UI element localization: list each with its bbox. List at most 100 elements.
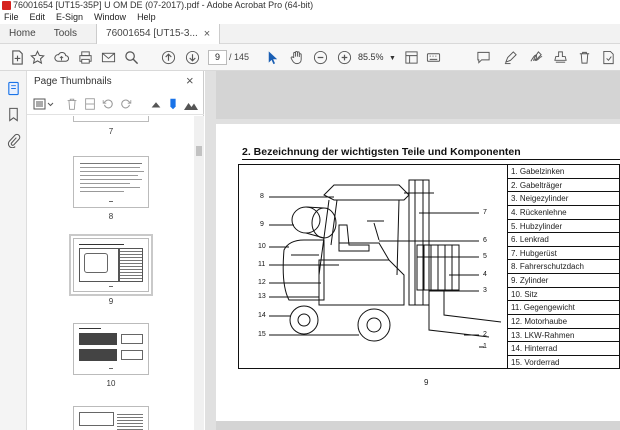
menu-esign[interactable]: E-Sign [56,11,83,24]
legend-row: 15. Vorderrad [511,357,560,367]
search-icon[interactable] [123,49,140,66]
legend-row: 2. Gabelträger [508,179,619,193]
zoom-level-select[interactable]: 85.5% ▼ [358,50,396,65]
tab-home[interactable]: Home [0,24,45,44]
parts-legend-table: 1. Gabelzinken 2. Gabelträger 3. Neigezy… [508,164,620,369]
attachment-icon[interactable] [6,133,21,149]
callout-label: 11 [258,261,266,268]
document-viewer: 2. Bezeichnung der wichtigsten Teile und… [205,71,620,430]
thumbnail-size-small-icon[interactable] [149,97,163,111]
zoom-level-value: 85.5% [358,52,384,62]
previous-page-view [216,71,620,119]
hand-tool-icon[interactable] [288,49,305,66]
thumbnail-size-slider-icon[interactable] [166,97,180,111]
stamp-icon[interactable] [552,49,569,66]
keyboard-icon[interactable] [425,49,442,66]
legend-row: 1. Gabelzinken [508,165,619,179]
callout-label: 6 [483,237,487,244]
rotate-right-icon[interactable] [119,97,133,111]
heading-rule [242,159,620,160]
rotate-left-icon[interactable] [101,97,115,111]
page-layout-icon[interactable] [403,49,420,66]
page-number-input[interactable]: 9 [208,50,227,65]
callout-label: 1 [483,343,487,350]
callout-label: 2 [483,331,487,338]
page-count: / 145 [229,52,250,62]
window-title-bar: 76001654 [UT15-35P] U OM DE (07-2017).pd… [0,0,620,11]
callout-label: 3 [483,287,487,294]
upload-cloud-icon[interactable] [53,49,70,66]
menu-file[interactable]: File [4,11,19,24]
thumbnail-label: 9 [108,297,114,306]
main-toolbar: 9 / 145 85.5% ▼ [0,44,620,71]
tab-document-label: 76001654 [UT15-3... [106,28,198,39]
legend-row: 8. Fahrerschutzdach [508,260,619,275]
zoom-out-icon[interactable] [312,49,329,66]
select-cursor-icon[interactable] [264,49,281,66]
callout-label: 14 [258,312,266,319]
insert-page-icon[interactable] [83,97,97,111]
thumbnail-label: 7 [108,127,114,136]
menu-help[interactable]: Help [137,11,156,24]
thumbnail-toolbar [27,93,204,115]
legend-row: 9. Zylinder [508,274,619,288]
callout-label: 15 [258,331,266,338]
acrobat-app-icon [2,1,11,10]
thumbnail-page-11[interactable] [73,406,149,430]
thumbnail-list: 7 8 9 10 [27,116,194,430]
panel-title: Page Thumbnails [34,76,112,87]
page-thumbnails-icon[interactable] [6,81,21,96]
print-icon[interactable] [77,49,94,66]
export-pdf-icon[interactable] [600,49,617,66]
thumbnail-page-7[interactable] [73,116,149,122]
forklift-figure: 8 9 10 11 12 13 14 15 7 6 5 4 3 2 1 [238,164,508,369]
thumbnail-page-9[interactable] [69,234,153,296]
legend-row: 3. Neigezylinder [508,192,619,206]
callout-label: 9 [260,221,264,228]
callout-label: 8 [260,193,264,200]
callout-label: 5 [483,253,487,260]
close-icon[interactable]: × [186,73,194,88]
tab-bar: Home Tools 76001654 [UT15-3... × [0,24,620,44]
legend-row: 12. Motorhaube [508,315,619,329]
delete-page-icon[interactable] [65,97,79,111]
document-page: 2. Bezeichnung der wichtigsten Teile und… [216,124,620,430]
highlight-pen-icon[interactable] [502,49,519,66]
tab-close-icon[interactable]: × [204,24,210,44]
page-thumbnails-panel: Page Thumbnails × 7 8 9 10 [27,71,204,430]
legend-row: 6. Lenkrad [508,233,619,247]
zoom-in-icon[interactable] [336,49,353,66]
star-icon[interactable] [29,49,46,66]
thumbnail-scrollbar[interactable] [194,116,204,430]
sign-icon[interactable] [528,49,545,66]
legend-row: 4. Rückenlehne [508,206,619,220]
next-page-view [216,421,620,430]
menu-window[interactable]: Window [94,11,126,24]
thumbnail-size-large-icon[interactable] [183,97,199,111]
legend-row: 5. Hubzylinder [508,220,619,234]
scrollbar-thumb[interactable] [196,146,202,156]
thumbnail-label: 8 [108,212,114,221]
legend-row: 14. Hinterrad [508,342,619,356]
callout-label: 4 [483,271,487,278]
next-page-icon[interactable] [184,49,201,66]
legend-row: 10. Sitz [508,288,619,302]
comment-icon[interactable] [475,49,492,66]
thumbnail-options-icon[interactable] [33,97,55,111]
tab-tools[interactable]: Tools [45,24,86,44]
thumbnail-page-8[interactable] [73,156,149,208]
forklift-illustration [269,179,502,348]
new-document-icon[interactable] [9,49,26,66]
bookmark-icon[interactable] [6,107,21,122]
legend-row: 11. Gegengewicht [508,301,619,316]
window-title: 76001654 [UT15-35P] U OM DE (07-2017).pd… [13,0,314,10]
tab-document[interactable]: 76001654 [UT15-3... × [96,24,221,44]
legend-row: 7. Hubgerüst [508,247,619,261]
menu-edit[interactable]: Edit [30,11,46,24]
thumbnail-page-10[interactable] [73,323,149,375]
mail-icon[interactable] [100,49,117,66]
previous-page-icon[interactable] [160,49,177,66]
delete-icon[interactable] [576,49,593,66]
page-heading: 2. Bezeichnung der wichtigsten Teile und… [242,146,521,158]
page-footer-number: 9 [424,378,429,387]
